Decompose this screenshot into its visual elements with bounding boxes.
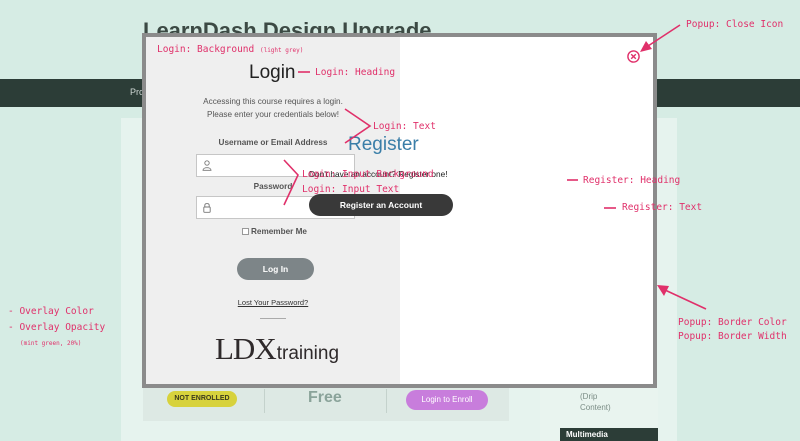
annotation-border-color: Popup: Border Color bbox=[678, 317, 787, 328]
register-account-button[interactable]: Register an Account bbox=[309, 194, 453, 216]
annotation-login-input-background: Login: Input Background bbox=[302, 169, 434, 180]
annotation-register-text: Register: Text bbox=[622, 202, 703, 213]
login-heading: Login bbox=[249, 62, 296, 83]
sidebar-heading-multimedia: Multimedia bbox=[560, 428, 658, 441]
annotation-text: Login: Background bbox=[157, 44, 255, 55]
logo-training-text: training bbox=[276, 343, 340, 364]
annotation-login-input-text: Login: Input Text bbox=[302, 184, 400, 195]
course-price: Free bbox=[308, 389, 342, 406]
annotation-login-heading: Login: Heading bbox=[315, 67, 396, 78]
log-in-button[interactable]: Log In bbox=[237, 258, 314, 280]
status-divider bbox=[264, 389, 265, 413]
status-divider bbox=[386, 389, 387, 413]
divider bbox=[260, 318, 286, 319]
remember-me-checkbox[interactable] bbox=[242, 228, 249, 235]
sidebar-text-line: Content) bbox=[580, 403, 611, 412]
login-to-enroll-button[interactable]: Login to Enroll bbox=[406, 390, 488, 410]
annotation-login-text: Login: Text bbox=[373, 121, 436, 132]
sidebar-text-line: (Drip bbox=[580, 392, 598, 401]
annotation-login-background: Login: Background (light grey) bbox=[157, 44, 303, 55]
lock-icon bbox=[203, 203, 211, 213]
status-badge: NOT ENROLLED bbox=[167, 391, 237, 407]
ldx-training-logo: LDXtraining bbox=[215, 331, 339, 367]
remember-me-label: Remember Me bbox=[251, 227, 307, 236]
annotation-overlay-color: - Overlay Color bbox=[8, 306, 94, 317]
remember-me[interactable]: Remember Me bbox=[242, 227, 307, 236]
annotation-overlay-opacity: - Overlay Opacity bbox=[8, 322, 106, 333]
annotation-border-width: Popup: Border Width bbox=[678, 331, 787, 342]
close-icon[interactable] bbox=[627, 50, 640, 63]
login-text: Accessing this course requires a login. bbox=[203, 97, 343, 106]
lost-password-link[interactable]: Lost Your Password? bbox=[146, 298, 400, 307]
annotation-overlay-note: (mint green, 20%) bbox=[20, 340, 82, 347]
sidebar-text: (Drip Content) bbox=[580, 391, 611, 413]
annotation-note: (light grey) bbox=[259, 47, 304, 54]
register-heading: Register bbox=[348, 134, 419, 155]
user-icon bbox=[202, 160, 212, 171]
annotation-register-heading: Register: Heading bbox=[583, 175, 681, 186]
logo-ldx-text: LDX bbox=[215, 331, 277, 366]
login-text: Please enter your credentials below! bbox=[207, 110, 339, 119]
annotation-close-icon: Popup: Close Icon bbox=[686, 19, 784, 30]
